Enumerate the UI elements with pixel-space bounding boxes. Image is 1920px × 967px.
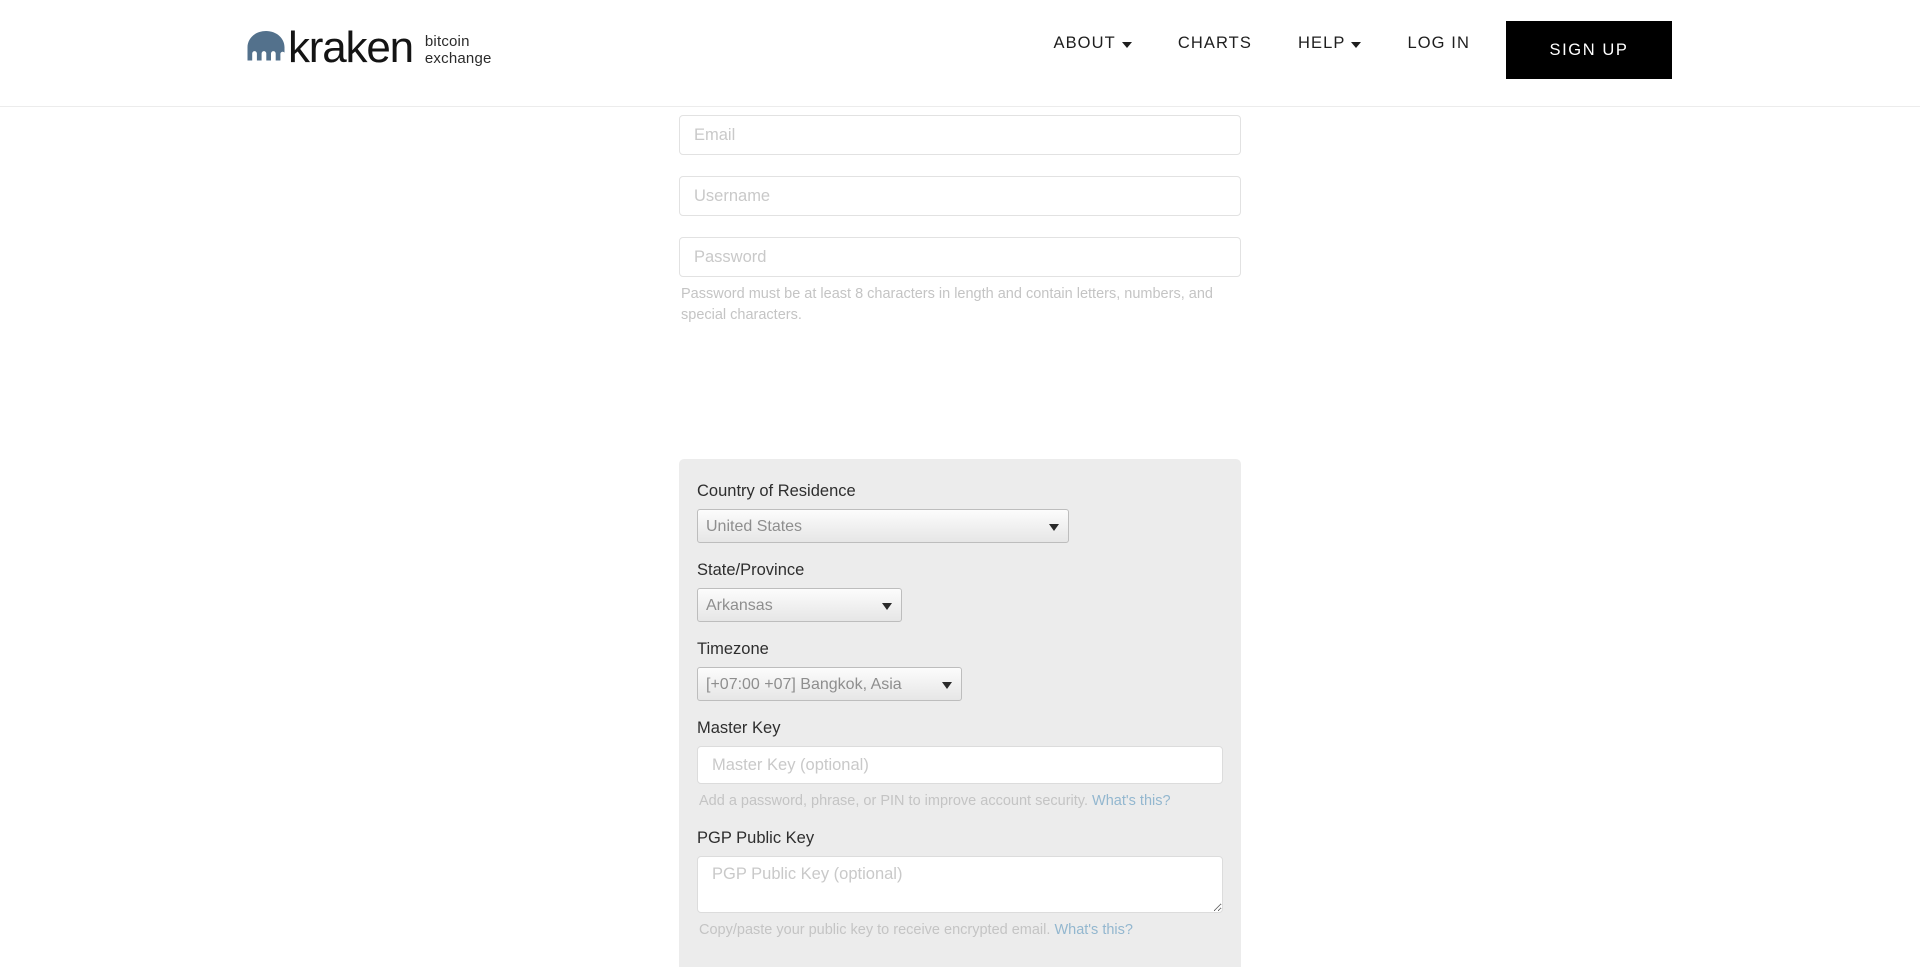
state-label: State/Province — [697, 561, 805, 579]
pgp-key-label: PGP Public Key — [697, 829, 815, 847]
master-key-hint: Add a password, phrase, or PIN to improv… — [699, 791, 1223, 811]
country-select[interactable]: United States — [697, 509, 1069, 543]
master-key-label: Master Key — [697, 719, 781, 737]
nav-item-log-in[interactable]: LOG IN — [1407, 20, 1470, 67]
chevron-down-icon — [1351, 41, 1362, 48]
pgp-key-hint-text: Copy/paste your public key to receive en… — [699, 922, 1051, 938]
main-navigation: ABOUT CHARTS HELP LOG IN SIGN UP — [1053, 0, 1920, 107]
country-field: Country of Residence United States — [697, 481, 1223, 543]
password-input[interactable] — [679, 237, 1241, 277]
pgp-key-whats-this-link[interactable]: What's this? — [1054, 922, 1133, 938]
pgp-key-hint: Copy/paste your public key to receive en… — [699, 920, 1223, 940]
timezone-select[interactable]: [+07:00 +07] Bangkok, Asia — [697, 667, 962, 701]
email-input[interactable] — [679, 115, 1241, 155]
state-select[interactable]: Arkansas — [697, 588, 902, 622]
pgp-key-field: PGP Public Key Copy/paste your public ke… — [697, 828, 1223, 940]
nav-item-help[interactable]: HELP — [1298, 20, 1362, 67]
state-field: State/Province Arkansas — [697, 560, 1223, 622]
sign-up-button[interactable]: SIGN UP — [1506, 21, 1672, 79]
nav-item-log-in-label: LOG IN — [1407, 34, 1470, 52]
timezone-label: Timezone — [697, 640, 769, 658]
brand-tagline-line1: bitcoin — [424, 33, 470, 50]
site-header: kraken bitcoin exchange ABOUT CHARTS HEL… — [0, 0, 1920, 107]
nav-item-about-label: ABOUT — [1053, 34, 1116, 52]
country-select-wrap: United States — [697, 509, 1069, 543]
timezone-select-wrap: [+07:00 +07] Bangkok, Asia — [697, 667, 962, 701]
signup-form: Password must be at least 8 characters i… — [679, 115, 1241, 326]
master-key-field: Master Key Add a password, phrase, or PI… — [697, 718, 1223, 811]
brand-wordmark: kraken — [288, 23, 414, 72]
pgp-key-textarea[interactable] — [697, 856, 1223, 913]
master-key-whats-this-link[interactable]: What's this? — [1092, 793, 1171, 809]
country-label: Country of Residence — [697, 482, 856, 500]
state-select-wrap: Arkansas — [697, 588, 902, 622]
master-key-hint-text: Add a password, phrase, or PIN to improv… — [699, 793, 1088, 809]
brand-logo-link[interactable]: kraken bitcoin exchange — [246, 26, 492, 70]
master-key-input[interactable] — [697, 746, 1223, 784]
timezone-field: Timezone [+07:00 +07] Bangkok, Asia — [697, 639, 1223, 701]
chevron-down-icon — [1121, 41, 1132, 48]
brand-tagline: bitcoin exchange — [425, 33, 492, 67]
password-requirements-hint: Password must be at least 8 characters i… — [681, 286, 1213, 323]
nav-item-charts-label: CHARTS — [1177, 34, 1252, 52]
nav-item-charts[interactable]: CHARTS — [1178, 20, 1252, 67]
username-input[interactable] — [679, 176, 1241, 216]
account-details-panel: Country of Residence United States State… — [679, 459, 1241, 967]
nav-item-about[interactable]: ABOUT — [1053, 20, 1132, 67]
kraken-squid-icon — [246, 30, 286, 67]
nav-item-help-label: HELP — [1297, 34, 1346, 52]
brand-tagline-line2: exchange — [424, 50, 492, 67]
